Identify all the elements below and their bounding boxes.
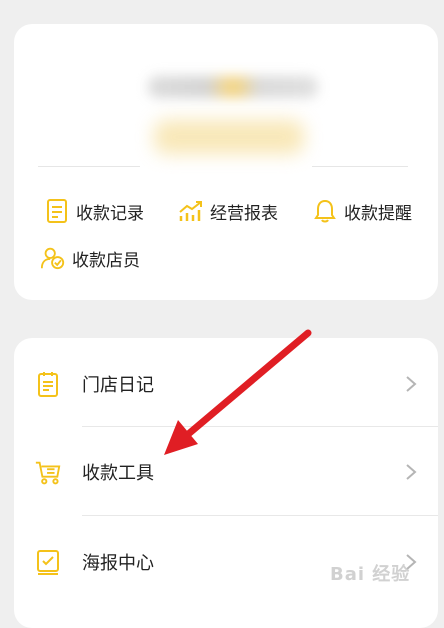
list-item-label: 海报中心 [82, 553, 154, 574]
document-icon [44, 198, 70, 224]
blurred-merchant-name [148, 76, 318, 98]
menu-item-label: 收款提醒 [344, 203, 412, 224]
cart-icon [34, 458, 62, 486]
divider [82, 515, 438, 516]
bell-icon [312, 198, 338, 224]
notepad-icon [34, 370, 62, 398]
blurred-amount [154, 120, 304, 154]
poster-icon [34, 548, 62, 576]
watermark: Bai 经验 [330, 564, 411, 585]
divider [38, 166, 140, 167]
menu-item-label: 经营报表 [210, 203, 278, 224]
list-item-payment-tools[interactable]: 收款工具 [14, 428, 438, 516]
list-item-label: 门店日记 [82, 375, 154, 396]
menu-item-payment-records[interactable]: 收款记录 [44, 196, 144, 226]
divider [312, 166, 408, 167]
divider [82, 426, 438, 427]
menu-item-payment-reminder[interactable]: 收款提醒 [312, 196, 412, 226]
list-item-store-diary[interactable]: 门店日记 [14, 340, 438, 428]
list-item-label: 收款工具 [82, 463, 154, 484]
menu-item-label: 收款记录 [76, 203, 144, 224]
trend-chart-icon [178, 198, 204, 224]
chevron-right-icon [406, 376, 417, 392]
menu-item-label: 收款店员 [72, 250, 140, 271]
menu-item-business-report[interactable]: 经营报表 [178, 196, 278, 226]
chevron-right-icon [406, 464, 417, 480]
summary-card: 收款记录 经营报表 收款提醒 收款店员 [14, 24, 438, 300]
staff-icon [40, 245, 66, 271]
menu-item-payment-staff[interactable]: 收款店员 [40, 243, 140, 273]
